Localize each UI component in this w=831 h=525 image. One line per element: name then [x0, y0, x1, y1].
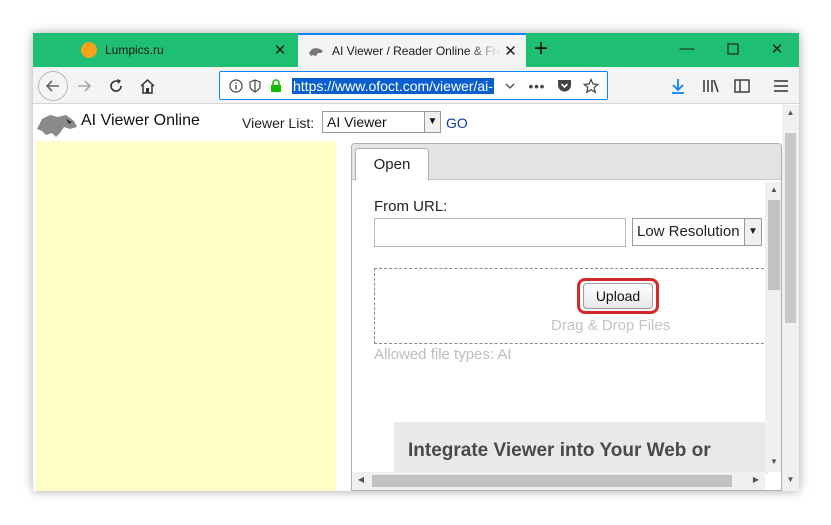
integrate-heading: Integrate Viewer into Your Web or — [408, 440, 711, 461]
home-icon — [139, 78, 155, 94]
web-page: AI Viewer Online Viewer List: AI Viewer … — [33, 105, 799, 491]
viewer-selected-value: AI Viewer — [327, 114, 387, 130]
new-tab-button[interactable]: + — [527, 36, 555, 64]
tab-title: AI Viewer / Reader Online & Free — [332, 44, 501, 58]
library-icon — [703, 79, 719, 93]
scroll-left-icon[interactable]: ◀ — [355, 475, 367, 487]
tracking-shield-icon[interactable] — [248, 77, 262, 95]
info-icon[interactable] — [228, 77, 244, 95]
tab-open[interactable]: Open — [355, 148, 429, 181]
menu-button[interactable] — [768, 73, 794, 99]
sidebar-icon — [734, 79, 750, 93]
tab-lumpics[interactable]: Lumpics.ru ✕ — [71, 33, 296, 67]
navigation-bar: https://www.ofoct.com/viewer/ai- ••• — [33, 67, 799, 104]
tab-bar: Lumpics.ru ✕ AI Viewer / Reader Online &… — [33, 33, 799, 67]
address-bar[interactable]: https://www.ofoct.com/viewer/ai- ••• — [219, 71, 608, 100]
page-actions-icon[interactable]: ••• — [526, 77, 548, 95]
raccoon-logo-icon — [37, 115, 77, 137]
library-button[interactable] — [698, 73, 724, 99]
scroll-right-icon[interactable]: ▶ — [750, 475, 762, 487]
home-button[interactable] — [134, 73, 160, 99]
resolution-select[interactable]: Low Resolution ▼ — [632, 218, 762, 246]
minimize-icon[interactable]: — — [677, 40, 697, 60]
scroll-down-icon[interactable]: ▼ — [768, 457, 780, 469]
url-input[interactable] — [374, 218, 626, 247]
chevron-down-icon[interactable] — [502, 77, 518, 95]
dropdown-arrow-icon[interactable]: ▼ — [744, 219, 761, 245]
sidebar-toggle-button[interactable] — [729, 73, 755, 99]
bookmark-star-icon[interactable] — [582, 77, 600, 95]
forward-arrow-icon — [78, 80, 92, 92]
resolution-selected-value: Low Resolution — [637, 223, 740, 240]
scroll-down-icon[interactable]: ▼ — [785, 475, 796, 487]
drag-drop-hint: Drag & Drop Files — [551, 317, 671, 334]
viewer-horizontal-scrollbar[interactable]: ◀ ▶ — [352, 472, 765, 490]
go-link[interactable]: GO — [446, 115, 468, 131]
close-tab-icon[interactable]: ✕ — [270, 41, 290, 59]
scroll-up-icon[interactable]: ▲ — [785, 108, 796, 120]
scroll-up-icon[interactable]: ▲ — [768, 185, 780, 197]
viewer-vertical-scrollbar[interactable]: ▲ ▼ — [765, 182, 781, 472]
file-drop-zone[interactable]: Upload Drag & Drop Files — [374, 268, 774, 344]
tab-ai-viewer[interactable]: AI Viewer / Reader Online & Free ✕ — [298, 33, 526, 67]
left-panel — [36, 141, 336, 491]
scroll-thumb[interactable] — [785, 133, 796, 323]
viewer-list-label: Viewer List: — [242, 115, 315, 131]
viewer-panel: Open From URL: Low Resolution ▼ Upload D… — [351, 143, 782, 491]
url-text[interactable]: https://www.ofoct.com/viewer/ai- — [292, 77, 496, 95]
allowed-file-types: Allowed file types: AI — [374, 346, 512, 363]
raccoon-favicon-icon — [309, 48, 323, 56]
app-title: AI Viewer Online — [81, 112, 200, 129]
lumpics-favicon-icon — [81, 42, 97, 58]
download-arrow-icon — [672, 79, 684, 94]
scroll-thumb[interactable] — [768, 200, 780, 290]
back-button[interactable] — [38, 71, 68, 101]
secure-lock-icon[interactable] — [268, 77, 284, 95]
pocket-icon[interactable] — [555, 77, 573, 95]
scroll-thumb[interactable] — [372, 475, 732, 487]
downloads-button[interactable] — [665, 73, 691, 99]
from-url-label: From URL: — [374, 198, 448, 215]
browser-window: Lumpics.ru ✕ AI Viewer / Reader Online &… — [33, 33, 799, 491]
close-tab-icon[interactable]: ✕ — [501, 42, 520, 60]
back-arrow-icon — [45, 80, 59, 92]
reload-button[interactable] — [103, 73, 129, 99]
maximize-icon[interactable] — [723, 40, 743, 60]
viewer-list-select[interactable]: AI Viewer ▼ — [322, 111, 441, 133]
forward-button[interactable] — [71, 73, 97, 99]
viewer-tab-strip: Open — [352, 144, 781, 181]
reload-icon — [110, 79, 122, 92]
tab-title: Lumpics.ru — [105, 43, 164, 57]
close-window-icon[interactable]: ✕ — [767, 40, 787, 60]
upload-button[interactable]: Upload — [583, 283, 653, 309]
integrate-banner: Integrate Viewer into Your Web or — [394, 422, 768, 474]
hamburger-menu-icon — [774, 80, 788, 92]
dropdown-arrow-icon[interactable]: ▼ — [424, 112, 440, 132]
page-vertical-scrollbar[interactable]: ▲ ▼ — [782, 105, 799, 491]
